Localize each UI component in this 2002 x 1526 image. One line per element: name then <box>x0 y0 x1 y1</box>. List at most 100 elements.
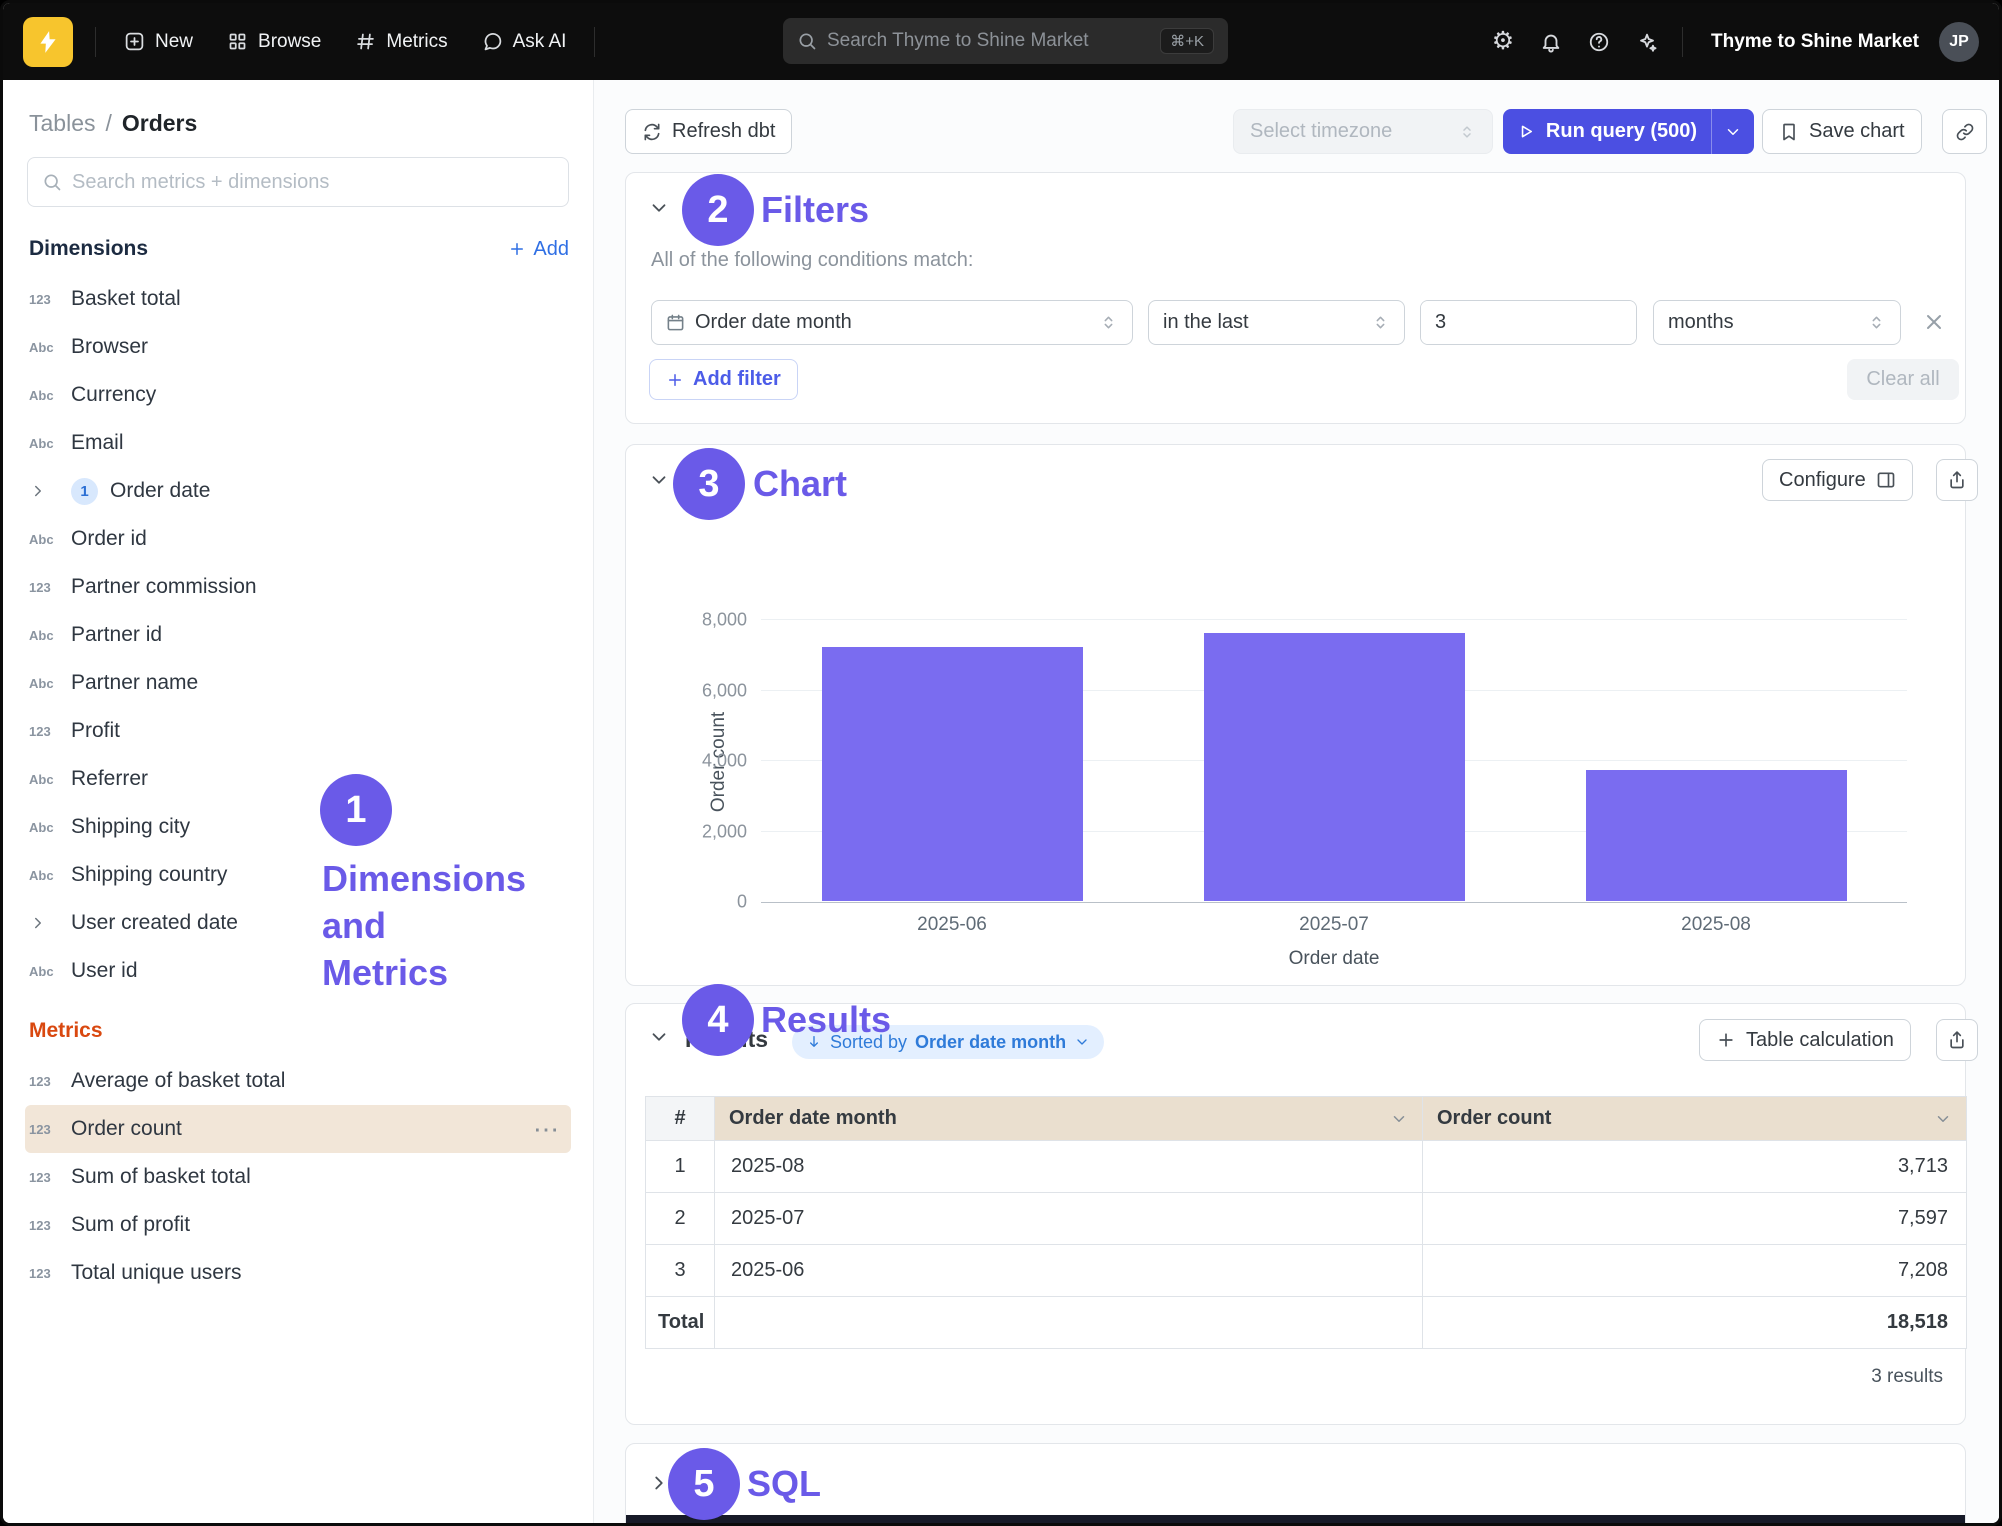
run-query-main[interactable]: Run query (500) <box>1503 109 1711 154</box>
configure-button[interactable]: Configure <box>1762 459 1913 501</box>
column-header-order-date-month[interactable]: Order date month <box>715 1097 1423 1141</box>
run-query-dropdown[interactable] <box>1712 109 1754 154</box>
sidebar-item-partner-commission[interactable]: 123 Partner commission <box>3 563 593 611</box>
item-label: Partner commission <box>71 575 573 599</box>
browse-button[interactable]: Browse <box>213 21 335 63</box>
item-label: Order count <box>71 1117 521 1141</box>
breadcrumb: Tables / Orders <box>3 80 593 137</box>
total-label: Total <box>646 1297 715 1349</box>
add-filter-label: Add filter <box>693 368 781 391</box>
sidebar-item-profit[interactable]: 123 Profit <box>3 707 593 755</box>
browse-button-label: Browse <box>258 31 321 53</box>
chevron-down-icon <box>1934 1110 1952 1128</box>
settings-button[interactable]: ⚙ <box>1482 21 1524 63</box>
sidebar-item-browser[interactable]: Abc Browser <box>3 323 593 371</box>
navbar-divider <box>594 27 595 57</box>
sidebar-item-currency[interactable]: Abc Currency <box>3 371 593 419</box>
explore-sidebar: Tables / Orders Dimensions Add 123 Baske… <box>3 80 594 1523</box>
save-chart-label: Save chart <box>1809 120 1905 143</box>
sidebar-search[interactable] <box>27 157 569 207</box>
filter-field-select[interactable]: Order date month <box>651 300 1133 345</box>
filter-value-input[interactable] <box>1421 301 1637 344</box>
filter-operator-select[interactable]: in the last <box>1148 300 1405 345</box>
annotation-3-label: Chart <box>753 462 847 506</box>
refresh-dbt-button[interactable]: Refresh dbt <box>625 109 792 154</box>
export-results-button[interactable] <box>1936 1019 1978 1061</box>
item-label: Profit <box>71 719 573 743</box>
refresh-icon <box>642 122 662 142</box>
sidebar-item-partner-id[interactable]: Abc Partner id <box>3 611 593 659</box>
breadcrumb-separator: / <box>105 110 111 137</box>
collapse-chart-chevron[interactable] <box>648 469 670 496</box>
sidebar-item-email[interactable]: Abc Email <box>3 419 593 467</box>
save-chart-button[interactable]: Save chart <box>1762 109 1922 154</box>
user-avatar[interactable]: JP <box>1939 22 1979 62</box>
new-button[interactable]: New <box>110 21 207 63</box>
add-dimension-button[interactable]: Add <box>508 238 569 261</box>
sidebar-item-sum-profit[interactable]: 123 Sum of profit <box>3 1201 593 1249</box>
plus-square-icon <box>124 31 145 52</box>
global-search[interactable]: ⌘+K <box>783 18 1228 64</box>
collapse-results-chevron[interactable] <box>648 1026 670 1053</box>
sidebar-item-total-unique-users[interactable]: 123 Total unique users <box>3 1249 593 1297</box>
sidebar-search-input[interactable] <box>72 171 554 194</box>
row-month: 2025-07 <box>715 1193 1423 1245</box>
sql-section <box>625 1443 1966 1523</box>
expand-sql-chevron[interactable] <box>648 1472 670 1499</box>
export-chart-button[interactable] <box>1936 459 1978 501</box>
table-row: 2 2025-07 7,597 <box>646 1193 1967 1245</box>
text-type-icon: Abc <box>29 340 59 355</box>
annotation-2-label: Filters <box>761 188 869 232</box>
search-icon <box>42 172 62 192</box>
app-logo[interactable] <box>23 17 73 67</box>
table-calculation-button[interactable]: Table calculation <box>1699 1019 1911 1061</box>
annotation-5-circle: 5 <box>668 1448 740 1520</box>
filter-unit-select[interactable]: months <box>1653 300 1901 345</box>
collapse-filters-chevron[interactable] <box>648 197 670 224</box>
ask-ai-button[interactable]: Ask AI <box>468 21 581 63</box>
ask-ai-button-label: Ask AI <box>513 31 567 53</box>
row-index: 2 <box>646 1193 715 1245</box>
remove-filter-button[interactable] <box>1922 310 1946 339</box>
run-query-button[interactable]: Run query (500) <box>1503 109 1754 154</box>
workspace-name[interactable]: Thyme to Shine Market <box>1697 31 1933 53</box>
chart-section: Configure Order count Order date 02,0004… <box>625 444 1966 986</box>
help-button[interactable] <box>1578 21 1620 63</box>
breadcrumb-tables[interactable]: Tables <box>29 110 95 137</box>
filter-operator-value: in the last <box>1163 311 1249 334</box>
row-month: 2025-06 <box>715 1245 1423 1297</box>
column-header-order-count[interactable]: Order count <box>1423 1097 1967 1141</box>
notifications-button[interactable] <box>1530 21 1572 63</box>
sidebar-item-order-date[interactable]: 1 Order date <box>3 467 593 515</box>
sidebar-item-average-basket-total[interactable]: 123 Average of basket total <box>3 1057 593 1105</box>
timezone-select[interactable]: Select timezone <box>1233 109 1493 154</box>
chevron-down-icon <box>1074 1034 1090 1050</box>
chevron-right-icon[interactable] <box>29 482 59 500</box>
sidebar-item-sum-basket-total[interactable]: 123 Sum of basket total <box>3 1153 593 1201</box>
x-axis-title: Order date <box>1289 948 1380 970</box>
ai-sparkles-button[interactable] <box>1626 21 1668 63</box>
item-label: Sum of basket total <box>71 1165 573 1189</box>
sidebar-item-partner-name[interactable]: Abc Partner name <box>3 659 593 707</box>
new-button-label: New <box>155 31 193 53</box>
sidebar-item-shipping-city[interactable]: Abc Shipping city <box>3 803 593 851</box>
add-filter-button[interactable]: Add filter <box>649 359 798 400</box>
plus-icon <box>666 371 684 389</box>
global-search-input[interactable] <box>827 30 1150 52</box>
x-tick-label: 2025-08 <box>1681 914 1751 936</box>
clear-all-button[interactable]: Clear all <box>1847 359 1959 400</box>
sidebar-item-order-count[interactable]: 123 Order count ⋯ <box>25 1105 571 1153</box>
results-table: # Order date month Order count 1 2025-08 <box>645 1096 1967 1349</box>
filter-unit-value: months <box>1668 311 1734 334</box>
y-tick-label: 6,000 <box>702 680 747 701</box>
sidebar-item-basket-total[interactable]: 123 Basket total <box>3 275 593 323</box>
row-count: 7,597 <box>1423 1193 1967 1245</box>
chevron-right-icon[interactable] <box>29 914 59 932</box>
chevron-down-icon <box>1724 123 1742 141</box>
sidebar-item-referrer[interactable]: Abc Referrer <box>3 755 593 803</box>
selector-icon <box>1458 123 1476 141</box>
metrics-button[interactable]: Metrics <box>341 21 461 63</box>
sidebar-item-order-id[interactable]: Abc Order id <box>3 515 593 563</box>
item-label: Basket total <box>71 287 573 311</box>
copy-link-button[interactable] <box>1942 109 1987 154</box>
